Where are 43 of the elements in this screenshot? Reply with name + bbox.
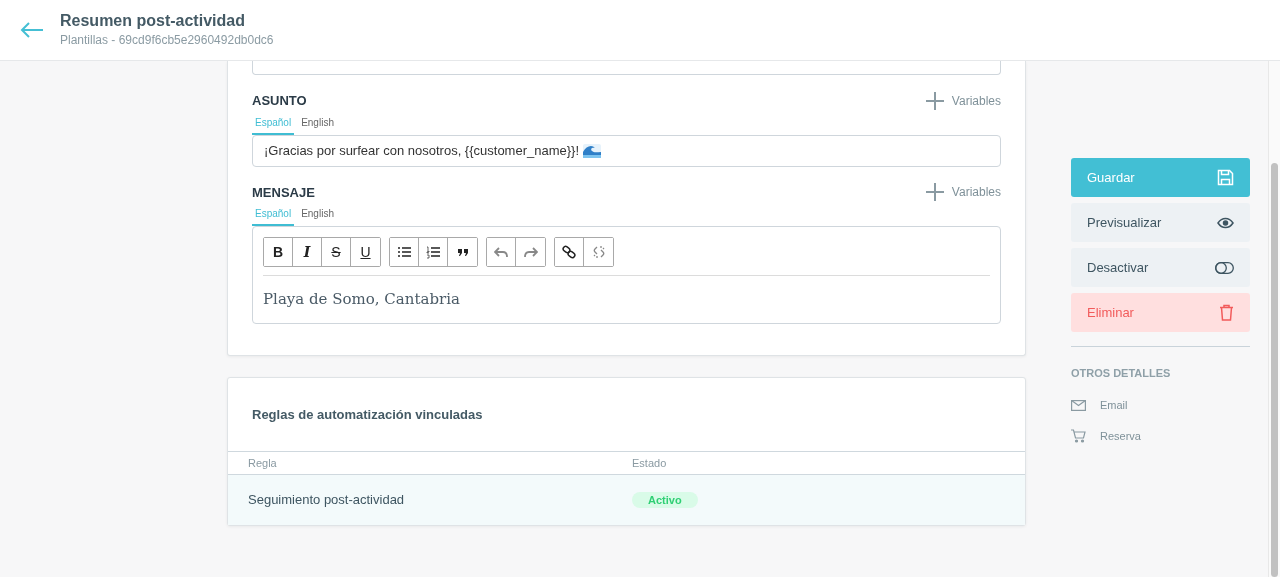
link-button[interactable]: [555, 238, 584, 266]
column-header: Regla: [248, 455, 278, 471]
scrollbar[interactable]: [1268, 61, 1280, 577]
message-text: Playa de Somo, Cantabria: [263, 289, 461, 310]
bold-button[interactable]: B: [264, 238, 293, 266]
detail-link[interactable]: Email: [1100, 396, 1128, 414]
text-field[interactable]: [252, 61, 1001, 75]
deactivate-button[interactable]: Desactivar: [1071, 248, 1250, 287]
column-header: Estado: [632, 455, 667, 471]
unlink-icon: [591, 245, 606, 259]
language-tab[interactable]: English: [298, 112, 337, 135]
envelope-icon: [1071, 399, 1086, 411]
preview-button[interactable]: Previsualizar: [1071, 203, 1250, 242]
trash-icon: [1219, 304, 1234, 321]
eye-icon: [1217, 216, 1234, 229]
status-badge: Activo: [632, 492, 698, 509]
plus-icon: [925, 183, 944, 202]
field-value: ¡Gracias por surfear con nosotros, {{customer_name}}!: [264, 141, 580, 160]
bullet-list-icon: [397, 245, 411, 259]
plus-icon: [925, 91, 944, 110]
redo-icon: [523, 245, 538, 259]
language-tab[interactable]: English: [298, 204, 337, 226]
variables-button[interactable]: Variables: [925, 183, 1001, 202]
breadcrumb: Plantillas - 69cd9f6cb5e2960492db0dc6: [60, 31, 274, 49]
section-title: OTROS DETALLES: [1071, 366, 1172, 381]
variables-button[interactable]: Variables: [925, 91, 1001, 110]
detail-link[interactable]: Reserva: [1100, 427, 1141, 445]
undo-icon: [494, 245, 508, 259]
link-icon: [562, 245, 576, 259]
page-title: Resumen post-actividad: [60, 11, 246, 31]
bullet-list-button[interactable]: [390, 238, 419, 266]
table-row[interactable]: Seguimiento post-actividad Activo: [228, 475, 1025, 525]
field-label: ASUNTO: [252, 92, 307, 110]
back-arrow-icon[interactable]: [20, 22, 44, 38]
table-cell-text: Seguimiento post-actividad: [248, 491, 406, 510]
toggle-icon: [1215, 261, 1234, 274]
field-label: MENSAJE: [252, 183, 315, 202]
subject-field[interactable]: ¡Gracias por surfear con nosotros, {{customer_name}}!: [252, 134, 1001, 167]
card-title: Reglas de automatización vinculadas: [251, 405, 484, 424]
cart-icon: [1071, 429, 1086, 443]
wave-icon: [583, 143, 602, 158]
numbered-list-icon: [426, 245, 440, 259]
floppy-disk-icon: [1217, 169, 1234, 186]
